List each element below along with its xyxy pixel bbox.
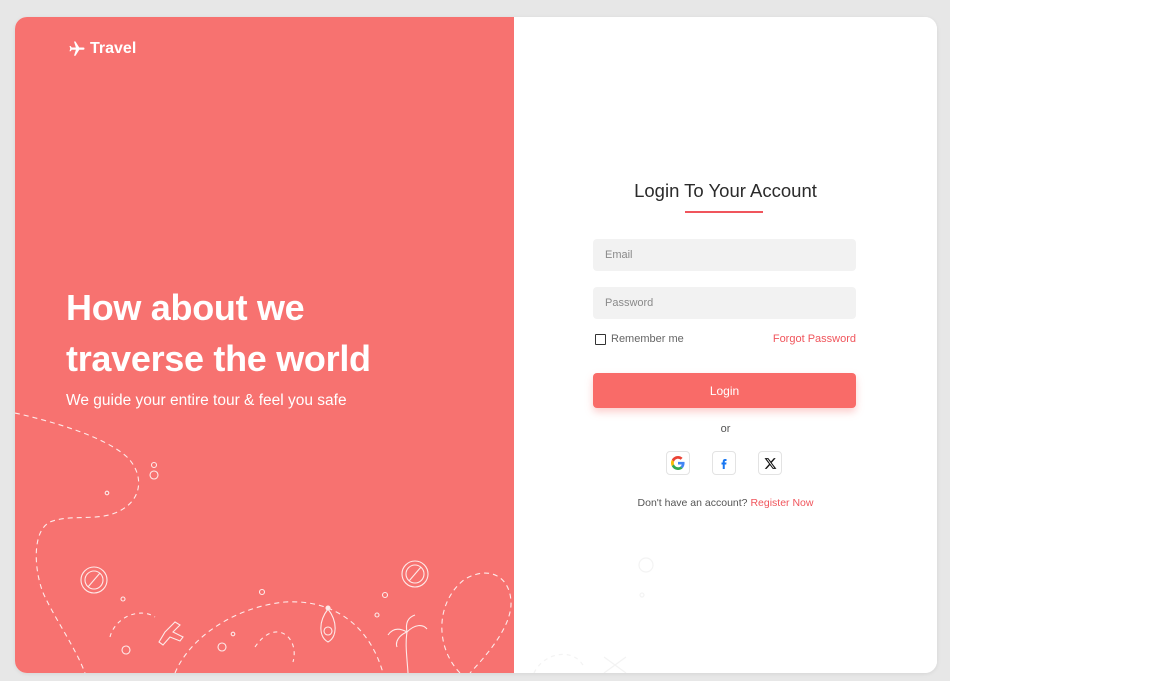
facebook-login-button[interactable]: [712, 451, 736, 475]
title-underline: [685, 211, 763, 213]
hero-title: How about we traverse the world: [66, 282, 486, 384]
hero-title-line-1: How about we: [66, 287, 305, 328]
hero-title-line-2: traverse the world: [66, 338, 371, 379]
remember-me-label: Remember me: [611, 333, 684, 345]
login-card: Travel How about we traverse the world W…: [15, 17, 937, 673]
faint-doodle-decoration: [533, 557, 654, 673]
forgot-password-link[interactable]: Forgot Password: [773, 333, 856, 345]
google-icon: [671, 456, 685, 470]
remember-me[interactable]: Remember me: [595, 333, 684, 345]
promo-panel: Travel How about we traverse the world W…: [15, 17, 514, 673]
register-prompt: Don't have an account? Register Now: [514, 497, 937, 509]
login-panel: Login To Your Account Remember me Forgot…: [514, 17, 937, 673]
hero-subtitle: We guide your entire tour & feel you saf…: [66, 392, 347, 409]
brand-name: Travel: [90, 40, 137, 57]
register-prompt-text: Don't have an account?: [637, 497, 748, 509]
x-icon: [764, 457, 776, 469]
x-login-button[interactable]: [758, 451, 782, 475]
login-title: Login To Your Account: [634, 180, 817, 201]
login-button[interactable]: Login: [593, 373, 856, 408]
airplane-icon: [68, 40, 86, 58]
or-divider: or: [720, 423, 731, 435]
password-field[interactable]: [593, 287, 856, 319]
email-field[interactable]: [593, 239, 856, 271]
brand-logo[interactable]: Travel: [68, 40, 136, 58]
remember-me-checkbox[interactable]: [595, 333, 606, 345]
google-login-button[interactable]: [666, 451, 690, 475]
register-now-link[interactable]: Register Now: [750, 497, 813, 509]
facebook-icon: [721, 459, 727, 469]
